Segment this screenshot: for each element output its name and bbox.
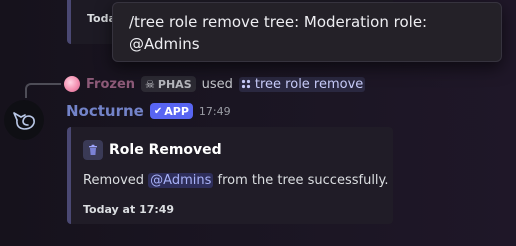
- app-badge: ✔ APP: [149, 103, 193, 119]
- embed-footer-timestamp: Today at 17:49: [83, 203, 175, 216]
- message-timestamp[interactable]: 17:49: [199, 105, 231, 118]
- embed-description-prefix: Removed: [83, 173, 145, 188]
- message-header: Nocturne ✔ APP 17:49: [66, 100, 231, 122]
- embed-description-suffix: from the tree successfully.: [217, 173, 389, 188]
- bot-avatar[interactable]: [4, 100, 44, 140]
- fox-logo-icon: [13, 112, 35, 130]
- reply-username[interactable]: Frozen: [86, 77, 135, 92]
- role-mention[interactable]: @Admins: [148, 173, 214, 188]
- slash-command-link[interactable]: tree role remove: [238, 76, 366, 92]
- embed-title-row: Role Removed: [83, 140, 222, 160]
- embed-title: Role Removed: [109, 142, 222, 158]
- command-tooltip: /tree role remove tree: Moderation role:…: [112, 2, 502, 62]
- user-mini-avatar[interactable]: [64, 76, 80, 92]
- trash-icon: [83, 140, 103, 160]
- slash-command-icon: [241, 79, 250, 89]
- bot-embed: Role Removed Removed @Admins from the tr…: [67, 127, 393, 224]
- guild-tag-text: PHAS: [157, 77, 192, 91]
- reply-spine: [25, 83, 61, 98]
- tooltip-line-2: @Admins: [129, 35, 200, 53]
- slash-command-name: tree role remove: [254, 76, 364, 92]
- skull-icon: ☠: [145, 77, 155, 91]
- bot-username[interactable]: Nocturne: [66, 102, 144, 120]
- used-label: used: [201, 76, 233, 92]
- command-reply-line: Frozen ☠ PHAS used tree role remove: [64, 74, 366, 94]
- guild-tag-badge[interactable]: ☠ PHAS: [141, 76, 196, 92]
- tooltip-line-1: /tree role remove tree: Moderation role:: [129, 13, 428, 31]
- checkmark-icon: ✔: [153, 105, 163, 117]
- embed-description: Removed @Admins from the tree successful…: [83, 173, 389, 188]
- app-badge-label: APP: [164, 104, 189, 118]
